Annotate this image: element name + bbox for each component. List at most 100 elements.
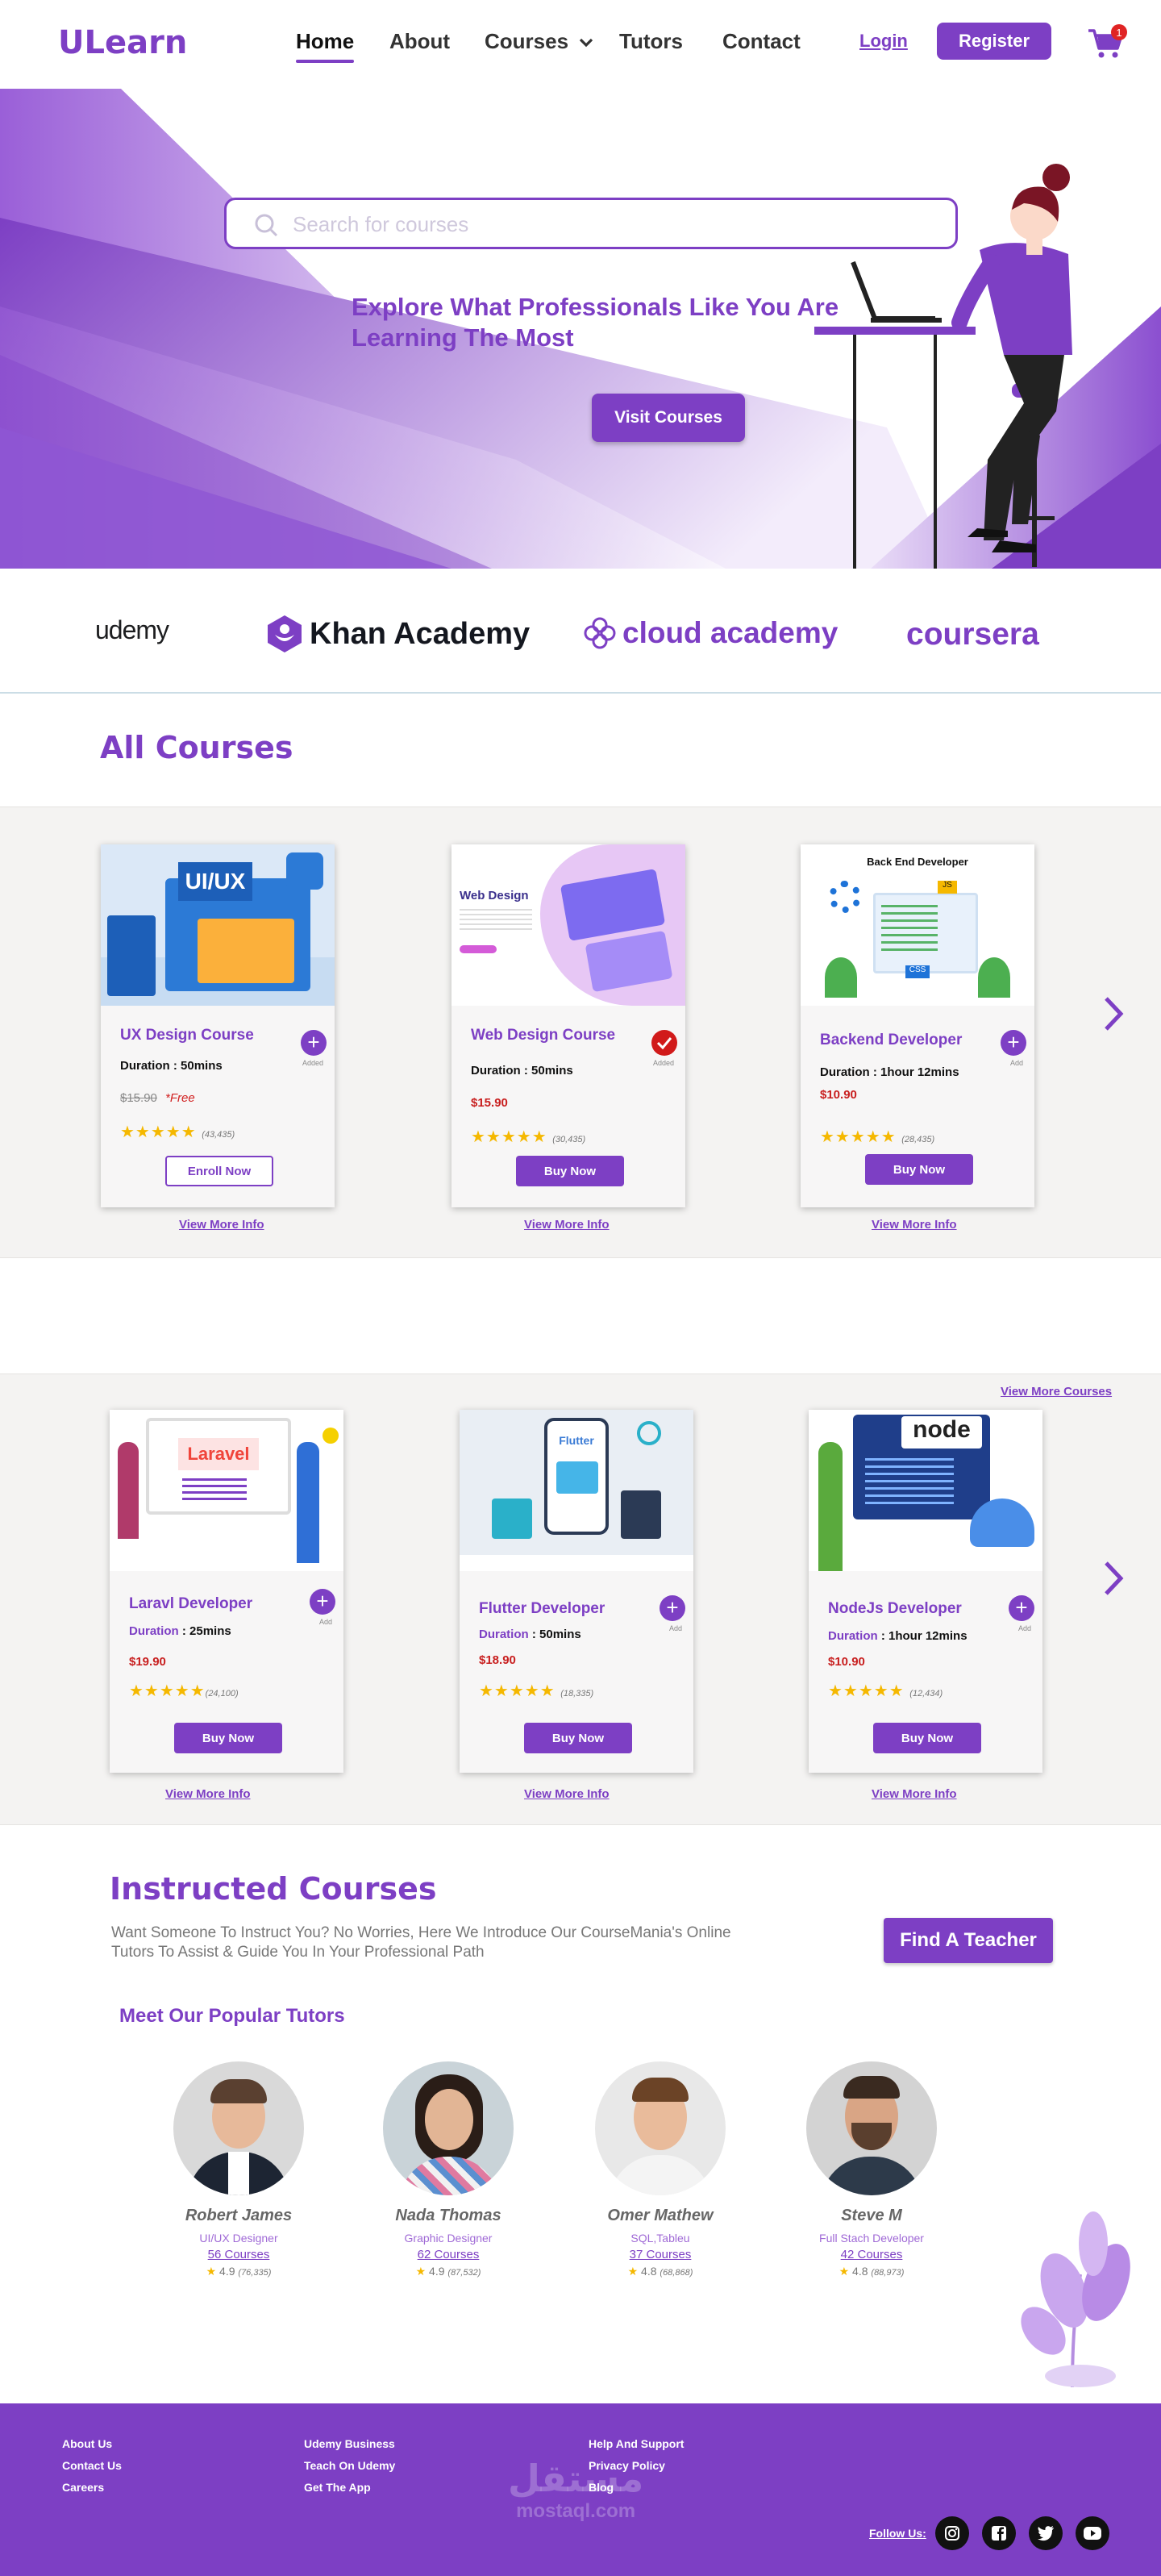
check-added-icon[interactable]	[651, 1030, 677, 1056]
cloud-academy-logo-icon	[584, 617, 616, 649]
course-old-price: $15.90	[120, 1091, 157, 1105]
nav-contact[interactable]: Contact	[722, 29, 801, 54]
partner-cloud-academy-label: cloud academy	[622, 616, 838, 649]
follow-us-label: Follow Us:	[869, 2527, 926, 2540]
tutor-card[interactable]: Nada Thomas Graphic Designer 62 Courses …	[360, 2061, 537, 2278]
course-price: *Free	[165, 1091, 195, 1105]
search-bar[interactable]	[224, 198, 958, 249]
buy-now-button[interactable]: Buy Now	[873, 1723, 981, 1753]
course-image-web-design-label: Web Design	[460, 889, 529, 902]
course-image-flutter: Flutter	[460, 1410, 693, 1571]
course-card-nodejs[interactable]: node NodeJs Developer + Add Duration : 1…	[809, 1410, 1042, 1773]
buy-now-button[interactable]: Buy Now	[524, 1723, 632, 1753]
course-title[interactable]: Laravl Developer	[129, 1595, 252, 1613]
tutor-name: Omer Mathew	[607, 2207, 714, 2224]
hero-title: Explore What Professionals Like You Are …	[352, 293, 839, 352]
next-arrow-icon[interactable]	[1101, 994, 1126, 1034]
rating-count: (12,434)	[909, 1689, 943, 1699]
tutor-role: SQL,Tableu	[630, 2232, 690, 2245]
view-more-info-link[interactable]: View More Info	[872, 1218, 957, 1232]
course-title[interactable]: Flutter Developer	[479, 1600, 605, 1618]
visit-courses-button[interactable]: Visit Courses	[592, 394, 745, 442]
add-course-button[interactable]: +	[1009, 1595, 1034, 1621]
tutor-card[interactable]: Omer Mathew SQL,Tableu 37 Courses ★ 4.8 …	[572, 2061, 749, 2278]
footer-link-udemy-business[interactable]: Udemy Business	[304, 2437, 395, 2450]
nav-tutors[interactable]: Tutors	[619, 29, 683, 54]
add-course-button[interactable]: +	[1001, 1030, 1026, 1056]
instagram-icon[interactable]	[935, 2516, 969, 2550]
site-header: ULearn Home About Courses Tutors Contact…	[0, 0, 1161, 89]
tutor-avatar	[806, 2061, 937, 2195]
view-more-info-link[interactable]: View More Info	[165, 1787, 251, 1801]
duration-value: : 25mins	[181, 1624, 231, 1638]
tutor-role: Graphic Designer	[404, 2232, 493, 2245]
course-card-laravel[interactable]: Laravel Laravl Developer + Add Duration …	[110, 1410, 343, 1773]
tutor-courses-link[interactable]: 56 Courses	[150, 2248, 327, 2261]
view-more-courses-link[interactable]: View More Courses	[1001, 1385, 1112, 1398]
tutor-card[interactable]: Steve M Full Stach Developer 42 Courses …	[783, 2061, 960, 2278]
partner-udemy-label: udemy	[95, 615, 169, 644]
view-more-info-link[interactable]: View More Info	[872, 1787, 957, 1801]
login-link[interactable]: Login	[859, 31, 908, 52]
add-course-button[interactable]: +	[310, 1589, 335, 1615]
site-logo[interactable]: ULearn	[58, 24, 187, 61]
course-card-ux[interactable]: UI/UX UX Design Course + Added Duration …	[101, 844, 335, 1207]
nav-about[interactable]: About	[389, 29, 450, 54]
view-more-info-link[interactable]: View More Info	[524, 1787, 610, 1801]
course-status-label: Added	[302, 1059, 323, 1067]
search-icon	[255, 214, 278, 237]
course-image-laravel-label: Laravel	[178, 1438, 259, 1470]
tutor-card[interactable]: Robert James UI/UX Designer 56 Courses ★…	[150, 2061, 327, 2278]
course-status-label: Add	[1009, 1059, 1023, 1067]
find-a-teacher-button[interactable]: Find A Teacher	[884, 1918, 1053, 1963]
nav-courses[interactable]: Courses	[485, 29, 593, 54]
add-course-button[interactable]: +	[660, 1595, 685, 1621]
tutor-role: UI/UX Designer	[199, 2232, 278, 2245]
course-title[interactable]: UX Design Course	[120, 1027, 254, 1044]
view-more-info-link[interactable]: View More Info	[524, 1218, 610, 1232]
course-title[interactable]: NodeJs Developer	[828, 1600, 962, 1618]
duration-value: : 1hour 12mins	[880, 1629, 968, 1643]
course-card-flutter[interactable]: Flutter Flutter Developer + Add Duration…	[460, 1410, 693, 1773]
course-card-web-design[interactable]: Web Design Web Design Course Added Durat…	[452, 844, 685, 1207]
footer-link-about[interactable]: About Us	[62, 2437, 112, 2450]
register-button[interactable]: Register	[937, 23, 1051, 60]
footer-link-contact[interactable]: Contact Us	[62, 2459, 122, 2472]
course-duration: Duration : 50mins	[479, 1628, 581, 1641]
buy-now-button[interactable]: Buy Now	[865, 1154, 973, 1185]
buy-now-button[interactable]: Buy Now	[174, 1723, 282, 1753]
partner-coursera: coursera	[906, 617, 1039, 652]
search-input[interactable]	[293, 211, 922, 237]
footer-link-teach[interactable]: Teach On Udemy	[304, 2459, 395, 2472]
course-title[interactable]: Web Design Course	[471, 1027, 615, 1044]
tutor-name: Nada Thomas	[395, 2207, 501, 2224]
tutor-rating: ★ 4.8 (88,973)	[783, 2265, 960, 2278]
twitter-icon[interactable]	[1029, 2516, 1063, 2550]
popular-tutors-title: Meet Our Popular Tutors	[119, 2005, 345, 2027]
footer-link-help[interactable]: Help And Support	[589, 2437, 684, 2450]
tutor-courses-link[interactable]: 37 Courses	[572, 2248, 749, 2261]
tutor-rating-value: 4.9	[429, 2265, 445, 2278]
nav-home[interactable]: Home	[296, 29, 355, 63]
course-rating: ★★★★★ (12,434)	[828, 1682, 943, 1700]
course-rating: ★★★★★ (28,435)	[820, 1128, 935, 1146]
tutor-rating-count: (88,973)	[871, 2268, 905, 2278]
course-title[interactable]: Backend Developer	[820, 1032, 962, 1049]
course-rating: ★★★★★ (43,435)	[120, 1123, 235, 1141]
footer-link-get-app[interactable]: Get The App	[304, 2481, 371, 2494]
buy-now-button[interactable]: Buy Now	[516, 1156, 624, 1186]
enroll-now-button[interactable]: Enroll Now	[165, 1156, 273, 1186]
view-more-info-link[interactable]: View More Info	[179, 1218, 264, 1232]
footer-link-careers[interactable]: Careers	[62, 2481, 104, 2494]
course-price: $10.90	[828, 1655, 865, 1669]
course-card-backend[interactable]: Back End Developer CSS JS Backend Develo…	[801, 844, 1034, 1207]
course-rating: ★★★★★ (18,335)	[479, 1682, 594, 1700]
course-image-ux: UI/UX	[101, 844, 335, 1006]
youtube-icon[interactable]	[1076, 2516, 1109, 2550]
tutor-avatar	[173, 2061, 304, 2195]
facebook-icon[interactable]	[982, 2516, 1016, 2550]
next-arrow-icon[interactable]	[1101, 1558, 1126, 1599]
tutor-courses-link[interactable]: 42 Courses	[783, 2248, 960, 2261]
tutor-courses-link[interactable]: 62 Courses	[360, 2248, 537, 2261]
add-course-button[interactable]: +	[301, 1030, 327, 1056]
